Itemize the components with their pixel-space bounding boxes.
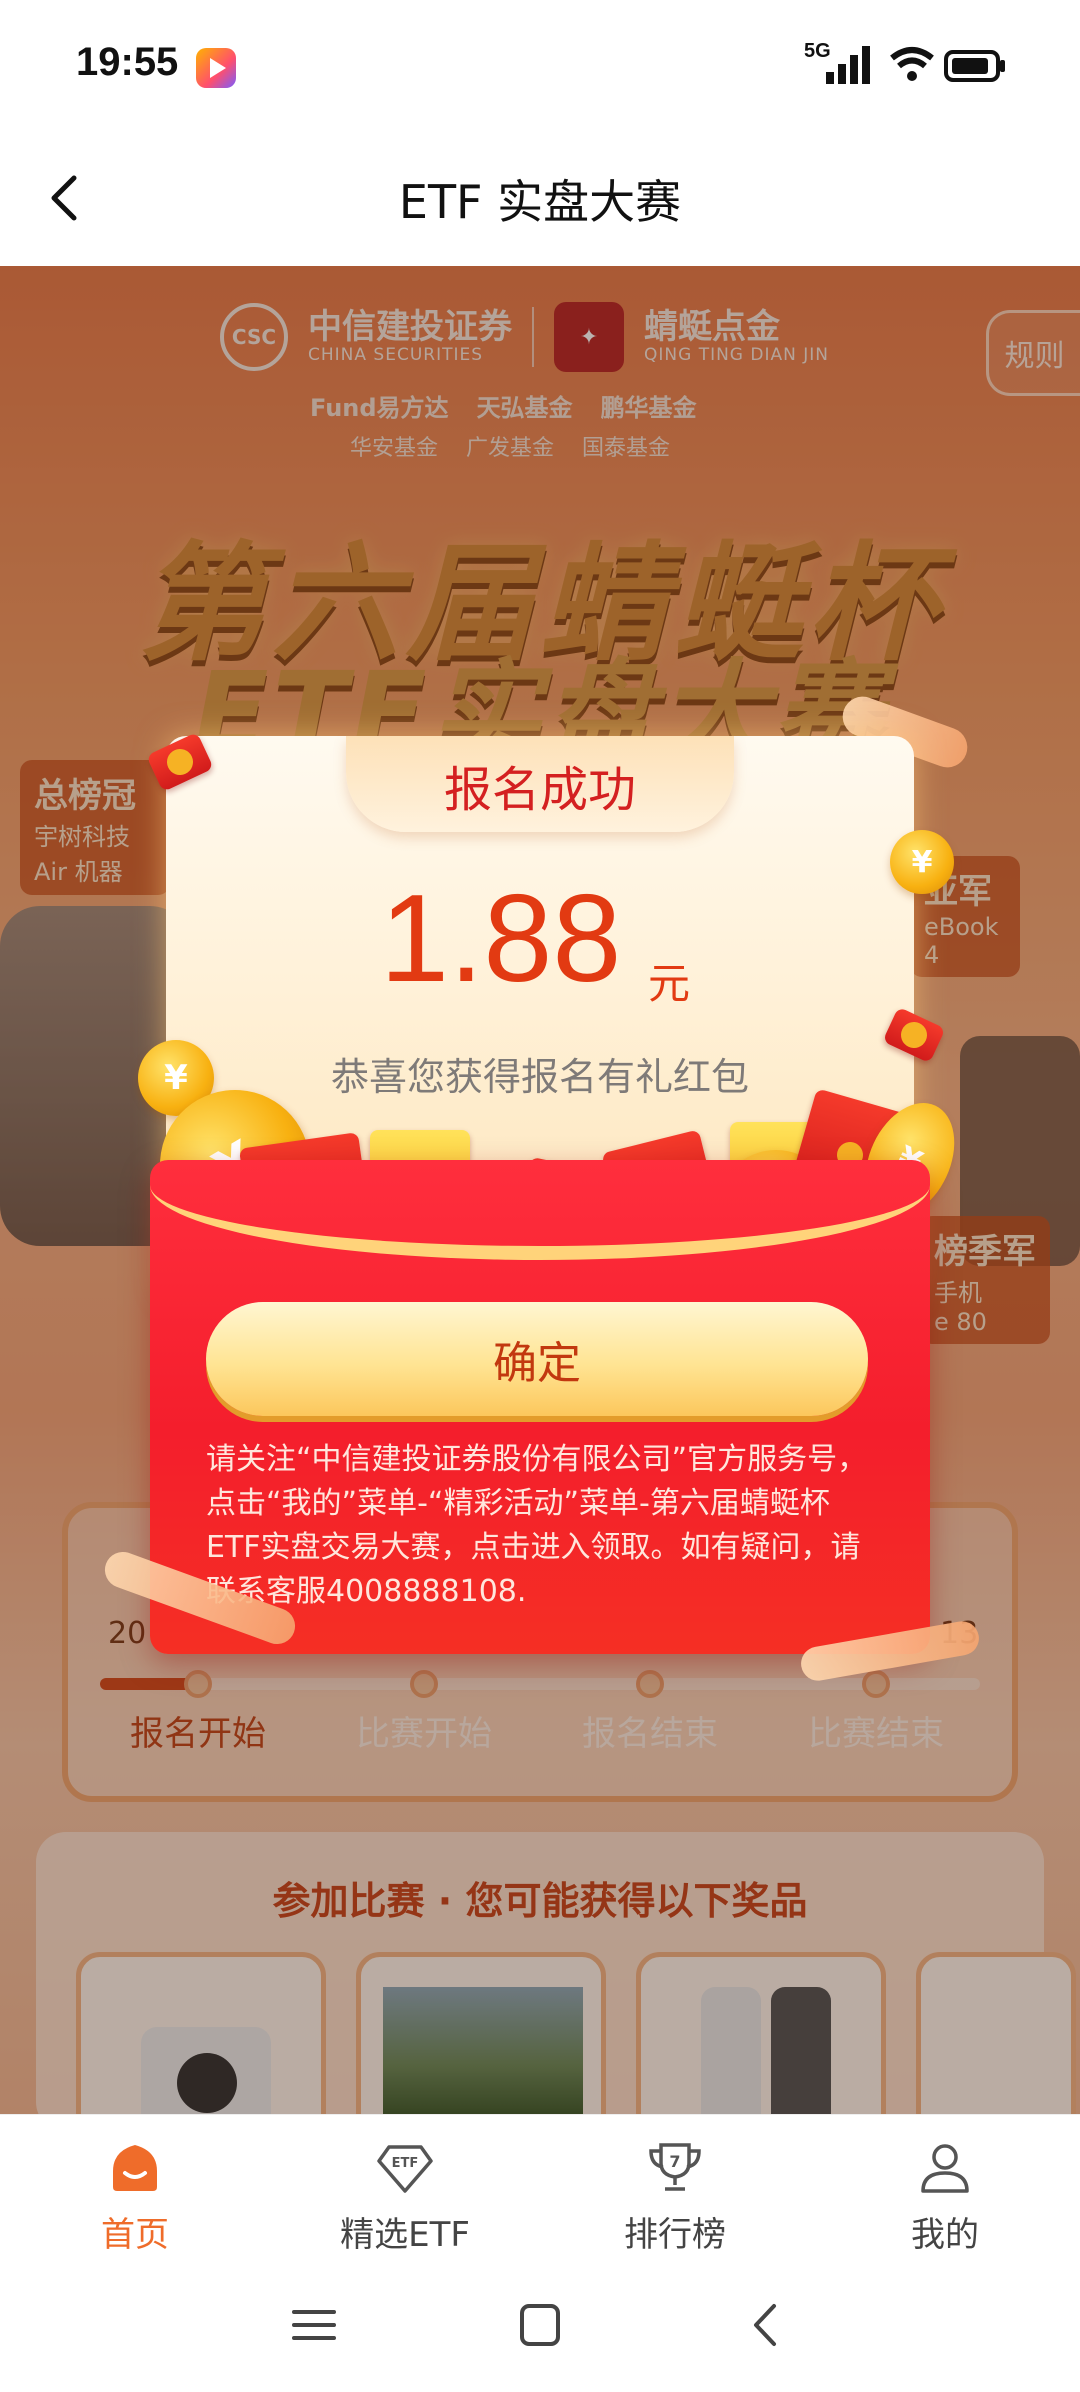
coin-icon: ¥ (890, 830, 954, 894)
system-navigation-bar (0, 2258, 1080, 2392)
tab-label: 首页 (101, 2215, 169, 2255)
tab-label: 我的 (911, 2215, 979, 2255)
tab-label: 精选ETF (340, 2215, 470, 2255)
svg-text:ETF: ETF (392, 2156, 419, 2171)
tab-home[interactable]: 首页 (0, 2115, 270, 2258)
home-icon (113, 2145, 157, 2191)
etf-diamond-icon: ETF (377, 2145, 433, 2193)
menu-icon[interactable] (284, 2300, 344, 2350)
video-app-icon (196, 48, 236, 88)
back-chevron-icon[interactable] (736, 2300, 796, 2350)
confirm-button[interactable]: 确定 (206, 1302, 868, 1416)
wifi-icon (890, 47, 934, 81)
battery-icon (944, 50, 1005, 82)
modal-title: 报名成功 (443, 762, 636, 818)
claim-instructions-text: 请关注“中信建投证券股份有限公司”官方服务号，点击“我的”菜单-“精彩活动”菜单… (206, 1442, 868, 1609)
status-bar: 19:55 5G (0, 0, 1080, 130)
reward-amount: 1.88 (380, 870, 622, 1008)
red-envelope-rim (150, 1110, 930, 1260)
tab-ranking[interactable]: 7 排行榜 (540, 2115, 810, 2258)
svg-text:7: 7 (669, 2152, 680, 2171)
tab-mine[interactable]: 我的 (810, 2115, 1080, 2258)
trophy-icon: 7 (649, 2143, 701, 2191)
navigation-bar: ETF 实盘大赛 (0, 130, 1080, 266)
signal-icon (826, 46, 870, 84)
page-title: ETF 实盘大赛 (398, 175, 682, 229)
tab-label: 排行榜 (624, 2215, 726, 2255)
reward-unit: 元 (648, 959, 691, 1008)
home-square-icon[interactable] (510, 2300, 570, 2350)
status-time: 19:55 (76, 40, 179, 84)
tab-etf[interactable]: ETF 精选ETF (270, 2115, 540, 2258)
status-icons: 5G (804, 40, 1005, 90)
person-icon (921, 2144, 969, 2193)
bottom-tab-bar: 首页 ETF 精选ETF 7 排行榜 我的 (0, 2114, 1080, 2258)
